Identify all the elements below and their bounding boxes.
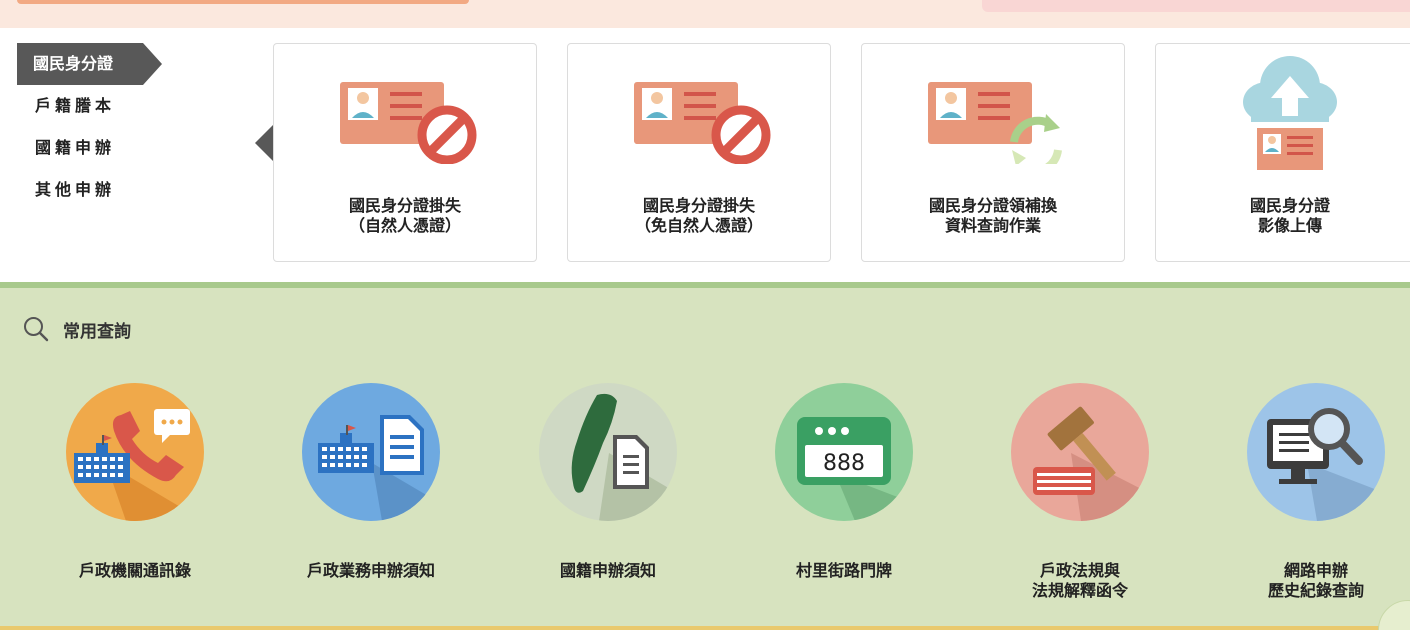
office-document-icon bbox=[302, 383, 440, 521]
quick-link-label: 戶政機關通訊錄 bbox=[78, 561, 191, 580]
side-nav-item-household-transcript[interactable]: 戶籍謄本 bbox=[17, 85, 162, 127]
card-label: 國民身分證領補換 資料查詢作業 bbox=[928, 196, 1057, 235]
quick-link-label: 村里街路門牌 bbox=[795, 561, 892, 580]
quick-link-nationality-guide[interactable]: 國籍申辦須知 bbox=[508, 383, 708, 613]
section-bottom-border bbox=[0, 626, 1410, 630]
office-phone-icon bbox=[66, 383, 204, 521]
quick-link-label: 戶政業務申辦須知 bbox=[306, 561, 435, 580]
door-plate-number: 888 bbox=[823, 451, 865, 476]
carousel-prev-arrow-icon[interactable] bbox=[255, 125, 273, 161]
quick-link-office-directory[interactable]: 戶政機關通訊錄 bbox=[35, 383, 235, 613]
search-icon bbox=[24, 317, 49, 342]
id-card-renew-icon bbox=[862, 54, 1124, 184]
service-card-id-loss-no-certificate[interactable]: 國民身分證掛失 （免自然人憑證） bbox=[567, 43, 831, 262]
id-card-prohibited-icon bbox=[274, 54, 536, 184]
side-nav-item-id-card[interactable]: 國民身分證 bbox=[17, 43, 162, 85]
cloud-upload-icon bbox=[1156, 54, 1410, 184]
quick-link-business-guide[interactable]: 戶政業務申辦須知 bbox=[271, 383, 471, 613]
service-card-id-image-upload[interactable]: 國民身分證 影像上傳 bbox=[1155, 43, 1410, 262]
side-nav-item-nationality[interactable]: 國籍申辦 bbox=[17, 127, 162, 169]
side-nav: 國民身分證 戶籍謄本 國籍申辦 其他申辦 bbox=[17, 43, 162, 211]
id-card-prohibited-icon bbox=[568, 54, 830, 184]
door-plate-icon: 888 bbox=[775, 383, 913, 521]
card-label: 國民身分證掛失 （免自然人憑證） bbox=[634, 196, 763, 235]
quick-query-heading: 常用查詢 bbox=[23, 316, 131, 342]
service-cards: 國民身分證掛失 （自然人憑證） 國民身分證掛失 （免自然人憑證） 國民身分證領補… bbox=[273, 43, 1410, 262]
top-banner-strip bbox=[0, 0, 1410, 28]
card-label: 國民身分證掛失 （自然人憑證） bbox=[348, 196, 461, 235]
quick-link-online-history[interactable]: 網路申辦 歷史紀錄查詢 bbox=[1216, 383, 1410, 613]
service-card-id-renew-query[interactable]: 國民身分證領補換 資料查詢作業 bbox=[861, 43, 1125, 262]
taiwan-document-icon bbox=[539, 383, 677, 521]
quick-query-title: 常用查詢 bbox=[63, 321, 131, 342]
quick-link-label: 戶政法規與 法規解釋函令 bbox=[1031, 561, 1128, 600]
quick-link-label: 國籍申辦須知 bbox=[559, 561, 656, 580]
computer-search-icon bbox=[1247, 383, 1385, 521]
top-tab-right[interactable] bbox=[982, 0, 1410, 12]
service-card-id-loss-certificate[interactable]: 國民身分證掛失 （自然人憑證） bbox=[273, 43, 537, 262]
quick-link-label: 網路申辦 歷史紀錄查詢 bbox=[1267, 561, 1364, 600]
top-tab-left[interactable] bbox=[17, 0, 469, 4]
quick-link-regulations[interactable]: 戶政法規與 法規解釋函令 bbox=[980, 383, 1180, 613]
side-nav-item-other[interactable]: 其他申辦 bbox=[17, 169, 162, 211]
quick-link-door-plate[interactable]: 888 村里街路門牌 bbox=[744, 383, 944, 613]
card-label: 國民身分證 影像上傳 bbox=[1249, 196, 1330, 235]
gavel-law-icon bbox=[1011, 383, 1149, 521]
